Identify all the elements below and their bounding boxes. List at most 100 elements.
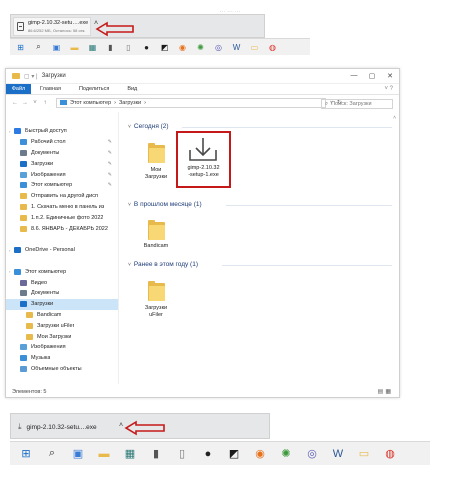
document-icon[interactable]: ▯: [124, 43, 133, 52]
nav-item-label: Объемные объекты: [31, 365, 82, 372]
nav-item[interactable]: Изображения: [6, 342, 118, 353]
chrome-icon[interactable]: ◍: [384, 448, 396, 460]
store-icon[interactable]: ▣: [52, 43, 61, 52]
explorer-icon[interactable]: ▭: [250, 43, 259, 52]
nav-item-label: Документы: [31, 290, 60, 297]
address-segment[interactable]: Этот компьютер: [70, 100, 111, 106]
record-icon[interactable]: ●: [142, 43, 151, 52]
firefox-icon[interactable]: ◉: [254, 448, 266, 460]
nav-item[interactable]: 8.6. ЯНВАРЬ - ДЕКАБРЬ 2022: [6, 223, 118, 234]
nav-item[interactable]: 1.п.2. Единичные фото 2022: [6, 212, 118, 223]
nav-item[interactable]: Мои Загрузки: [6, 331, 118, 342]
nav-item-label: Загрузки: [31, 301, 54, 308]
chevron-up-icon[interactable]: ˄: [119, 422, 123, 429]
folder-my-downloads[interactable]: [148, 143, 165, 163]
nav-item[interactable]: Документы: [6, 288, 118, 299]
usb-icon[interactable]: ▮: [150, 448, 162, 460]
view-toggle-icons[interactable]: ▤▦: [378, 388, 393, 395]
folder-ufiler[interactable]: [148, 281, 165, 301]
nav-item-label: Видео: [31, 279, 48, 286]
tab-file[interactable]: Файл: [6, 84, 31, 94]
nav-item[interactable]: › Этот компьютер: [6, 266, 118, 277]
address-separator: ›: [114, 99, 116, 106]
download-arrow-icon: [189, 138, 217, 161]
app-icon[interactable]: ▦: [124, 448, 136, 460]
document-icon[interactable]: ▯: [176, 448, 188, 460]
nav-item[interactable]: Видео: [6, 277, 118, 288]
address-segment[interactable]: Загрузки: [119, 100, 141, 106]
nav-item-label: Изображения: [31, 344, 66, 351]
nav-item-label: 8.6. ЯНВАРЬ - ДЕКАБРЬ 2022: [31, 225, 108, 232]
windows-start-icon[interactable]: ⊞: [16, 43, 25, 52]
search-input[interactable]: ⌕ Поиск: Загрузки: [321, 99, 393, 109]
firefox-icon[interactable]: ◉: [178, 43, 187, 52]
app-icon[interactable]: ▦: [88, 43, 97, 52]
forward-icon[interactable]: →: [20, 100, 30, 106]
folder-icon[interactable]: ▬: [70, 43, 79, 52]
capture-icon[interactable]: ◩: [160, 43, 169, 52]
chevron-down-icon[interactable]: ˅: [128, 124, 131, 130]
pin-icon: ✎: [107, 139, 112, 146]
nav-item[interactable]: Этот компьютер ✎: [6, 180, 118, 191]
computer-icon: [60, 100, 67, 105]
folder-icon: [26, 333, 33, 340]
word-icon[interactable]: W: [332, 448, 344, 460]
navigation-pane: › Быстрый доступ Рабочий стол ✎ Документы ✎ За…: [6, 112, 119, 384]
nav-item[interactable]: Bandicam: [6, 310, 118, 321]
chrome-icon[interactable]: ◍: [268, 43, 277, 52]
chevron-down-icon[interactable]: ˅: [128, 202, 131, 208]
maximize-icon[interactable]: ▢: [363, 69, 381, 82]
record-icon[interactable]: ●: [202, 448, 214, 460]
scroll-up-icon[interactable]: ˄: [393, 115, 396, 121]
nav-item[interactable]: Объемные объекты: [6, 364, 118, 375]
nav-item[interactable]: Загрузки: [6, 298, 118, 310]
nav-item[interactable]: Загрузки uFiler: [6, 320, 118, 331]
settings-icon[interactable]: ✺: [196, 43, 205, 52]
chevron-down-icon[interactable]: ˅: [30, 100, 40, 106]
nav-item[interactable]: Загрузки ✎: [6, 158, 118, 169]
address-bar[interactable]: Этот компьютер › Загрузки ›: [56, 97, 326, 108]
search-icon[interactable]: ⌕: [46, 447, 58, 460]
chevron-down-icon[interactable]: ˅: [128, 262, 131, 268]
download-item[interactable]: ⤓ gimp-2.10.32-setu....exe: [14, 418, 114, 436]
group-header-earlier-this-year[interactable]: ˅ Ранее в этом году (1): [128, 261, 198, 268]
close-icon[interactable]: ✕: [381, 69, 399, 82]
search-icon[interactable]: ⌕: [34, 42, 43, 52]
installer-file[interactable]: gimp-2.10.32 -setup-1.exe: [181, 135, 226, 184]
nav-item[interactable]: Изображения ✎: [6, 169, 118, 180]
nav-item[interactable]: Рабочий стол ✎: [6, 137, 118, 148]
folder-icon: [26, 311, 33, 318]
up-icon[interactable]: ↑: [40, 100, 50, 106]
back-icon[interactable]: ←: [10, 100, 20, 106]
viewer-icon[interactable]: ◎: [306, 448, 318, 460]
nav-item-label: Быстрый доступ: [25, 128, 67, 135]
capture-icon[interactable]: ◩: [228, 448, 240, 460]
quick-access-icon[interactable]: ▢ ▾ |: [24, 73, 38, 80]
download-icon: ⤓: [18, 422, 22, 431]
windows-start-icon[interactable]: ⊞: [20, 448, 32, 460]
nav-item[interactable]: Музыка: [6, 353, 118, 364]
tab-view[interactable]: Вид: [118, 84, 146, 94]
download-item[interactable]: gimp-2.10.32-setu….exe 86.6/252 МБ, Оста…: [13, 17, 91, 36]
minimize-icon[interactable]: —: [345, 69, 363, 82]
store-icon[interactable]: ▣: [72, 448, 84, 460]
nav-item[interactable]: › OneDrive - Personal: [6, 245, 118, 256]
nav-item[interactable]: › Быстрый доступ: [6, 126, 118, 137]
ribbon-tabs: Файл Главная Поделиться Вид ˅ ?: [6, 84, 399, 95]
word-icon[interactable]: W: [232, 43, 241, 52]
nav-item[interactable]: Документы ✎: [6, 148, 118, 159]
settings-icon[interactable]: ✺: [280, 448, 292, 460]
group-header-today[interactable]: ˅ Сегодня (2): [128, 123, 169, 130]
nav-item[interactable]: Отправить на другой дисп: [6, 191, 118, 202]
downloads-icon: [20, 301, 27, 308]
group-header-last-month[interactable]: ˅ В прошлом месяце (1): [128, 201, 202, 208]
tab-share[interactable]: Поделиться: [70, 84, 118, 94]
folder-icon[interactable]: ▬: [98, 448, 110, 460]
nav-item[interactable]: 1. Скачать меню в панель из: [6, 202, 118, 213]
viewer-icon[interactable]: ◎: [214, 43, 223, 52]
folder-bandicam[interactable]: [148, 220, 165, 240]
explorer-icon[interactable]: ▭: [358, 448, 370, 460]
tab-home[interactable]: Главная: [31, 84, 70, 94]
usb-icon[interactable]: ▮: [106, 43, 115, 52]
expand-ribbon-icon[interactable]: ˅ ?: [384, 84, 399, 94]
